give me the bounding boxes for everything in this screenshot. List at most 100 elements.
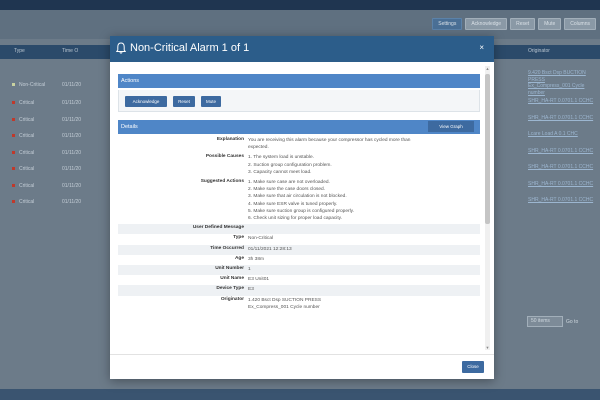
detail-label: Unit Name [220,276,244,282]
row-type-label: Critical [19,149,35,156]
detail-label: Type [233,235,244,241]
modal-header: Non-Critical Alarm 1 of 1 × [110,36,494,62]
scrollbar-thumb[interactable] [485,74,490,224]
row-originator-link[interactable]: SHR_HA-RT 0.0701.1 CCHC [528,181,593,188]
detail-value: 3h 38m [248,256,473,263]
detail-value-line: 2. Make sure the case doors closed. [248,187,326,193]
originator-line: SHR_HA-RT 0.0701.1 CCHC [528,147,594,154]
row-originator-link[interactable]: SHR_HA-RT 0.0701.1 CCHC [528,197,593,204]
app-topbar [0,0,600,10]
detail-label: Possible Causes [205,154,244,160]
row-type: Critical [12,166,34,172]
originator-line: SHR_HA-RT 0.0701.1 CCHC [528,164,594,170]
scroll-up-icon[interactable]: ▲ [485,66,490,71]
page-size-select[interactable]: 50 items [527,316,563,327]
detail-label: Unit Number [215,266,244,271]
row-time: 01/11/20 [62,133,82,139]
scroll-down-icon[interactable]: ▼ [485,345,490,350]
row-type-label: Critical [19,133,35,139]
toolbar-mute-button[interactable]: Mute [538,18,562,30]
detail-label: User Defined Message [192,225,244,231]
detail-value-line: 2. Suction group configuration problem. [248,162,332,168]
row-type: Non-Critical [12,82,45,88]
detail-value-line: You are receiving this alarm because you… [248,138,411,143]
detail-value: E3 [248,286,473,293]
detail-value-line: 1.420 Bsct Dsp SUCTION PRESS [248,297,322,303]
severity-icon [12,134,15,138]
detail-row: Suggested Actions 1. Make sure case are n… [118,178,480,224]
app-footer [0,389,600,400]
go-to-label: Go to [566,318,579,325]
detail-label: Explanation [216,137,244,142]
row-type-label: Critical [19,182,35,189]
originator-line: 9.420 Bsct Dsp BUCTION [528,70,586,76]
detail-value-line: 1 [248,267,251,272]
detail-value-line: 3. Make sure that air circulation is not… [248,194,347,200]
row-time: 01/11/20 [62,199,82,205]
paging-controls: 50 items Go to [527,316,578,327]
detail-value-line: 1. Make sure case are not overloaded. [248,180,330,185]
row-originator-link[interactable]: SHR_HA-RT 0.0701.1 CCHC [528,164,593,171]
row-originator-link[interactable]: SHR_HA-RT 0.0701.1 CCHC [528,98,593,105]
row-originator-link[interactable]: Lcare Load A 0.1 CHC [528,131,578,138]
originator-line: SHR_HA-RT 0.0701.1 CCHC [528,114,594,121]
modal-title: Non-Critical Alarm 1 of 1 [130,42,250,54]
detail-label: Time Occurred [210,245,244,251]
app-toolbar: Settings Acknowledge Reset Mute Columns [0,10,600,39]
row-type-label: Non-Critical [19,82,46,88]
column-header-originator[interactable]: Originator [528,48,550,54]
detail-value-line: E3 Unit01 [248,277,270,283]
toolbar-acknowledge-button[interactable]: Acknowledge [465,18,508,30]
column-header-time[interactable]: Time O [62,48,78,54]
originator-line: Ex_Compress_001 Cycle [528,83,585,89]
row-time: 01/11/20 [62,149,82,156]
severity-icon [12,183,15,187]
toolbar-settings-button[interactable]: Settings [432,18,463,30]
detail-value: 1.420 Bsct Dsp SUCTION PRESS Ex_Compress_… [248,297,473,311]
close-button[interactable]: Close [462,361,484,373]
originator-line: SHR_HA-RT 0.0701.1 CCHC [528,197,594,203]
severity-icon [12,150,15,154]
acknowledge-button[interactable]: Acknowledge [125,96,167,107]
toolbar-columns-button[interactable]: Columns [564,18,596,30]
originator-line: Lcare Load A 0.1 CHC [528,131,578,137]
close-icon[interactable]: × [479,43,484,53]
row-type: Critical [12,150,34,156]
detail-row: Device Type E3 [118,285,480,296]
details-heading: Details View Graph [118,120,480,134]
modal-footer: Close [110,354,494,379]
detail-row: Possible Causes 1. The system load is uns… [118,153,480,178]
bell-icon [116,42,126,54]
reset-button[interactable]: Reset [173,96,195,107]
details-heading-label: Details [121,124,138,130]
detail-row: Age 3h 38m [118,255,480,265]
detail-value-line: 3. Capacity cannot meet load. [248,169,312,175]
row-originator-link[interactable]: SHR_HA-RT 0.0701.1 CCHC [528,148,593,155]
row-type-label: Critical [19,116,35,123]
detail-value-line: E3 [248,287,254,293]
detail-value-line: 4. Make sure ESR valve is tuned properly… [248,201,338,207]
row-type-label: Critical [19,100,35,106]
detail-value-line: 5. Make sure suction group is configured… [248,208,355,214]
originator-line: SHR_HA-RT 0.0701.1 CCHC [528,180,594,187]
alarm-modal: Non-Critical Alarm 1 of 1 × Actions Ackn… [110,36,494,379]
detail-value-line: Non-Critical [248,236,274,242]
column-header-type[interactable]: Type [14,48,25,54]
detail-value-line: Ex_Compress_001 Cycle number [248,304,320,310]
row-originator-link[interactable]: 9.420 Bsct Dsp BUCTION PRESS Ex_Compress_0… [528,70,586,96]
row-type: Critical [12,117,34,123]
view-graph-button[interactable]: View Graph [428,121,474,132]
row-originator-link[interactable]: SHR_HA-RT 0.0701.1 CCHC [528,115,593,122]
row-type-label: Critical [19,166,35,172]
detail-value: You are receiving this alarm because you… [248,137,473,151]
detail-row: Type Non-Critical [118,234,480,244]
row-type-label: Critical [19,199,35,205]
detail-label: Device Type [216,286,244,292]
detail-value-line: expected. [248,145,269,151]
detail-value: Non-Critical [248,235,473,242]
row-type: Critical [12,133,34,139]
modal-scrollbar[interactable]: ▲ ▼ [485,66,490,350]
toolbar-reset-button[interactable]: Reset [510,18,536,30]
row-time: 01/11/20 [62,100,82,106]
mute-button[interactable]: Mute [201,96,221,107]
